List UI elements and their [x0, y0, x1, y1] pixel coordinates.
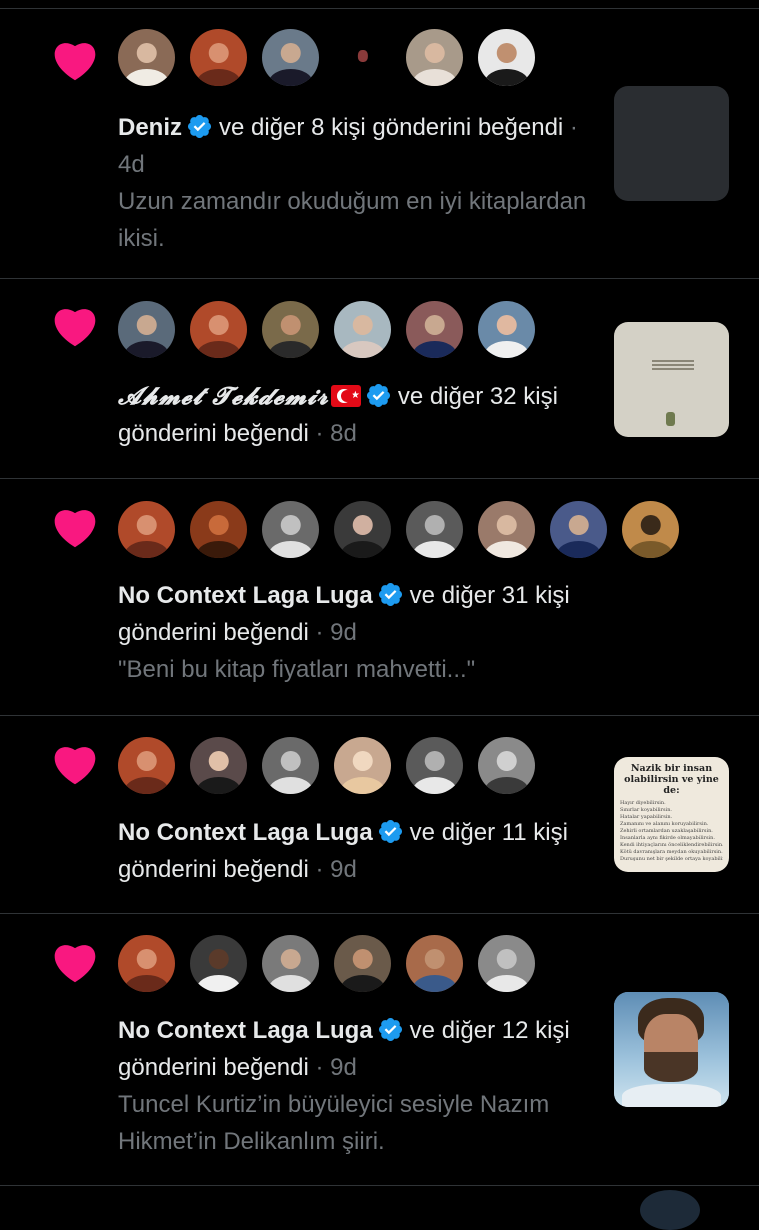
avatar-row — [118, 301, 535, 358]
action-text: ve diğer 8 kişi gönderini beğendi — [219, 114, 564, 141]
user-name[interactable]: No Context Laga Luga — [118, 582, 373, 609]
heart-icon — [54, 747, 96, 785]
verified-badge-icon — [378, 582, 402, 607]
user-name[interactable]: No Context Laga Luga — [118, 1017, 373, 1044]
post-preview: Uzun zamandır okuduğum en iyi kitaplarda… — [118, 188, 587, 252]
user-name[interactable]: No Context Laga Luga — [118, 819, 373, 846]
post-thumbnail[interactable]: Nazik bir insan olabilirsin ve yine de: … — [614, 757, 729, 872]
thumbnail-text — [652, 358, 694, 372]
thumbnail-line: İnsanlarla aynı fikirde olmayabilirsin. — [620, 835, 715, 841]
turkey-flag-emoji: ★ — [330, 385, 361, 407]
avatar[interactable] — [334, 29, 391, 86]
thumbnail-line: Hatalar yapabilirsin. — [620, 814, 673, 820]
avatar[interactable] — [262, 301, 319, 358]
user-name[interactable]: Deniz — [118, 114, 182, 141]
thumbnail-line: Hayır diyebilirsin. — [620, 800, 666, 806]
avatar[interactable] — [262, 29, 319, 86]
notification-text: No Context Laga Luga ve diğer 11 kişi gön… — [118, 819, 568, 883]
avatar[interactable] — [118, 737, 175, 794]
avatar[interactable] — [190, 737, 247, 794]
avatar[interactable] — [118, 29, 175, 86]
thumbnail-lines: Hayır diyebilirsin. Sınırlar koyabilirsi… — [614, 800, 729, 863]
post-thumbnail[interactable] — [614, 992, 729, 1107]
avatar[interactable] — [478, 301, 535, 358]
timestamp: 9d — [330, 619, 357, 646]
heart-icon — [54, 510, 96, 548]
thumbnail-line: Sınırlar koyabilirsin. — [620, 807, 673, 813]
thumbnail-heading: Nazik bir insan olabilirsin ve yine de: — [624, 763, 719, 796]
timestamp: 8d — [330, 420, 357, 447]
avatar[interactable] — [640, 1190, 700, 1230]
notification-item[interactable]: No Context Laga Luga ve diğer 12 kişi gön… — [0, 914, 759, 1186]
heart-icon — [54, 945, 96, 983]
avatar[interactable] — [478, 501, 535, 558]
post-thumbnail[interactable] — [614, 322, 729, 437]
avatar[interactable] — [406, 29, 463, 86]
avatar[interactable] — [478, 29, 535, 86]
avatar[interactable] — [118, 501, 175, 558]
verified-badge-icon — [378, 819, 402, 844]
avatar-row — [118, 935, 535, 992]
thumbnail-line: Kötü davranışlara meydan okuyabilirsin. — [620, 849, 723, 855]
timestamp: 9d — [330, 856, 357, 883]
notification-text: 𝓐𝓱𝓶𝓮𝓽 𝓣𝓮𝓴𝓭𝓮𝓶𝓲𝓻 ★ ve diğer 32 kişi gönderin… — [118, 381, 558, 447]
thumbnail-line: Zehirli ortamlardan uzaklaşabilirsin. — [620, 828, 713, 834]
avatar-row — [118, 737, 535, 794]
avatar[interactable] — [478, 737, 535, 794]
avatar[interactable] — [262, 501, 319, 558]
avatar[interactable] — [406, 935, 463, 992]
avatar[interactable] — [622, 501, 679, 558]
avatar[interactable] — [478, 935, 535, 992]
post-preview: Tuncel Kurtiz’in büyüleyici sesiyle Nazı… — [118, 1091, 550, 1155]
notification-item[interactable]: 𝓐𝓱𝓶𝓮𝓽 𝓣𝓮𝓴𝓭𝓮𝓶𝓲𝓻 ★ ve diğer 32 kişi gönderin… — [0, 279, 759, 479]
thumbnail-line: Zamanını ve alanını koruyabilirsin. — [620, 821, 709, 827]
avatar[interactable] — [118, 301, 175, 358]
notification-text: No Context Laga Luga ve diğer 12 kişi gön… — [118, 1017, 570, 1155]
avatar[interactable] — [406, 301, 463, 358]
avatar[interactable] — [262, 935, 319, 992]
verified-badge-icon — [378, 1017, 402, 1042]
timestamp: 4d — [118, 151, 145, 178]
avatar[interactable] — [190, 29, 247, 86]
avatar[interactable] — [334, 301, 391, 358]
thumbnail-line: Kendi ihtiyaçlarını önceliklendirebilirs… — [620, 842, 723, 848]
verified-badge-icon — [366, 383, 390, 408]
timestamp: 9d — [330, 1054, 357, 1081]
avatar[interactable] — [190, 501, 247, 558]
avatar[interactable] — [190, 935, 247, 992]
notification-text: Deniz ve diğer 8 kişi gönderini beğendi ·… — [118, 114, 587, 252]
avatar[interactable] — [334, 935, 391, 992]
avatar[interactable] — [118, 935, 175, 992]
heart-icon — [54, 309, 96, 347]
avatar[interactable] — [550, 501, 607, 558]
notification-item[interactable]: No Context Laga Luga ve diğer 31 kişi gön… — [0, 479, 759, 716]
thumbnail-line: Duruşunu net bir şekilde ortaya koyabili… — [620, 856, 723, 862]
avatar[interactable] — [334, 737, 391, 794]
avatar[interactable] — [406, 737, 463, 794]
avatar[interactable] — [334, 501, 391, 558]
avatar[interactable] — [190, 301, 247, 358]
notification-item[interactable]: Deniz ve diğer 8 kişi gönderini beğendi ·… — [0, 9, 759, 279]
thumbnail-figure — [666, 412, 675, 426]
heart-icon — [54, 43, 96, 81]
avatar[interactable] — [262, 737, 319, 794]
verified-badge-icon — [187, 114, 212, 139]
notification-text: No Context Laga Luga ve diğer 31 kişi gön… — [118, 582, 570, 683]
avatar-row — [118, 29, 535, 86]
top-divider — [0, 0, 759, 9]
avatar[interactable] — [406, 501, 463, 558]
post-preview: "Beni bu kitap fiyatları mahvetti..." — [118, 656, 476, 683]
notification-item[interactable]: No Context Laga Luga ve diğer 11 kişi gön… — [0, 716, 759, 914]
post-thumbnail[interactable] — [614, 86, 729, 201]
user-name[interactable]: 𝓐𝓱𝓶𝓮𝓽 𝓣𝓮𝓴𝓭𝓮𝓶𝓲𝓻 — [118, 381, 329, 410]
avatar-row — [118, 501, 679, 558]
